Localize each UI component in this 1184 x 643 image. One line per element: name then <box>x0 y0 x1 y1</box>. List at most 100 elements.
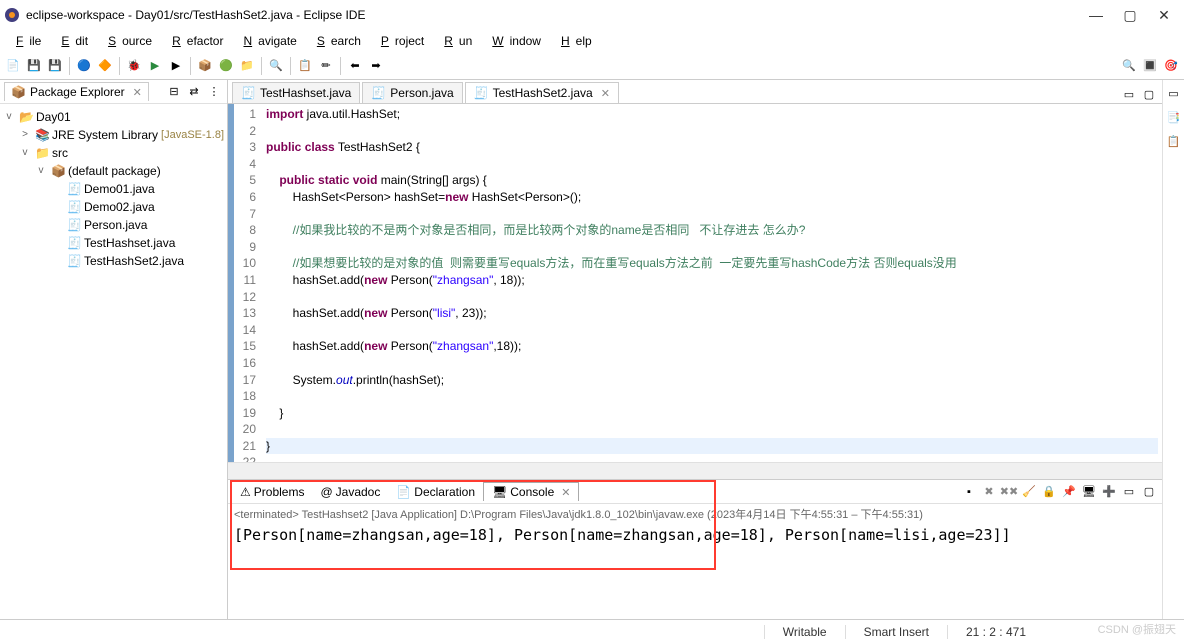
status-bar: Writable Smart Insert 21 : 2 : 471 <box>0 619 1184 643</box>
tab-icon: @ <box>320 485 332 499</box>
menu-bar: FileEditSourceRefactorNavigateSearchProj… <box>0 30 1184 52</box>
status-insert: Smart Insert <box>845 625 947 639</box>
bottom-tabs: ⚠Problems@Javadoc📄Declaration🖥Console ✕ … <box>228 480 1162 504</box>
open-console-icon[interactable]: ➕ <box>1100 483 1118 501</box>
terminate-all-icon[interactable]: ▪ <box>960 483 978 501</box>
editor-tab[interactable]: 🧾TestHashset.java <box>232 82 360 103</box>
quick-access-icon[interactable]: 🔍 <box>1120 57 1138 75</box>
bottom-tab-declaration[interactable]: 📄Declaration <box>388 483 483 501</box>
bottom-panel: ⚠Problems@Javadoc📄Declaration🖥Console ✕ … <box>228 479 1162 619</box>
view-menu-icon[interactable]: ⋮ <box>205 83 223 101</box>
tree-item[interactable]: 🧾Person.java <box>2 216 225 234</box>
horizontal-scrollbar[interactable] <box>228 462 1162 479</box>
menu-project[interactable]: Project <box>369 32 430 50</box>
close-icon[interactable]: ✕ <box>561 486 570 499</box>
scroll-lock-icon[interactable]: 🔒 <box>1040 483 1058 501</box>
task-list-icon[interactable]: 📋 <box>1165 132 1183 150</box>
window-title: eclipse-workspace - Day01/src/TestHashSe… <box>26 8 1088 22</box>
open-perspective-icon[interactable]: 🔳 <box>1141 57 1159 75</box>
package-explorer-tab[interactable]: 📦 Package Explorer ✕ <box>4 82 149 101</box>
menu-run[interactable]: Run <box>432 32 478 50</box>
menu-refactor[interactable]: Refactor <box>160 32 229 50</box>
code-editor[interactable]: 12345678910111213141516171819202122 impo… <box>228 104 1162 462</box>
status-cursor: 21 : 2 : 471 <box>947 625 1044 639</box>
menu-navigate[interactable]: Navigate <box>231 32 302 50</box>
minimize-view-icon[interactable]: ▭ <box>1120 483 1138 501</box>
tree-item[interactable]: 🧾Demo01.java <box>2 180 225 198</box>
editor-area: 🧾TestHashset.java🧾Person.java🧾TestHashSe… <box>228 80 1162 619</box>
link-editor-icon[interactable]: ⇄ <box>185 83 203 101</box>
menu-edit[interactable]: Edit <box>49 32 94 50</box>
package-explorer-view: 📦 Package Explorer ✕ ⊟ ⇄ ⋮ v📂Day01>📚JRE … <box>0 80 228 619</box>
bottom-tab-console[interactable]: 🖥Console ✕ <box>483 482 579 501</box>
pin-console-icon[interactable]: 📌 <box>1060 483 1078 501</box>
watermark: CSDN @振翅天 <box>1098 621 1176 637</box>
menu-help[interactable]: Help <box>549 32 598 50</box>
new-class-icon[interactable]: 🟢 <box>217 57 235 75</box>
tree-item[interactable]: v📁src <box>2 144 225 162</box>
tree-item[interactable]: 🧾TestHashset.java <box>2 234 225 252</box>
code-content[interactable]: import java.util.HashSet; public class T… <box>262 104 1162 462</box>
right-trim: ▭ 📑 📋 <box>1162 80 1184 619</box>
maximize-view-icon[interactable]: ▢ <box>1140 483 1158 501</box>
tab-icon: 🖥 <box>492 485 507 499</box>
close-icon[interactable]: ✕ <box>601 87 610 100</box>
forward-icon[interactable]: ➡ <box>367 57 385 75</box>
toolbar-btn[interactable]: 🔶 <box>96 57 114 75</box>
display-console-icon[interactable]: 🖥 <box>1080 483 1098 501</box>
coverage-icon[interactable]: ▶ <box>167 57 185 75</box>
toolbar-btn[interactable]: ✏ <box>317 57 335 75</box>
collapse-all-icon[interactable]: ⊟ <box>165 83 183 101</box>
toolbar-btn[interactable]: 📁 <box>238 57 256 75</box>
title-bar: eclipse-workspace - Day01/src/TestHashSe… <box>0 0 1184 30</box>
package-explorer-icon: 📦 <box>11 85 26 99</box>
main-area: 📦 Package Explorer ✕ ⊟ ⇄ ⋮ v📂Day01>📚JRE … <box>0 80 1184 619</box>
remove-all-icon[interactable]: ✖✖ <box>1000 483 1018 501</box>
java-file-icon: 🧾 <box>371 86 386 100</box>
outline-icon[interactable]: 📑 <box>1165 108 1183 126</box>
bottom-tab-problems[interactable]: ⚠Problems <box>232 483 312 501</box>
back-icon[interactable]: ⬅ <box>346 57 364 75</box>
java-file-icon: 🧾 <box>241 86 256 100</box>
tree-item[interactable]: >📚JRE System Library [JavaSE-1.8] <box>2 126 225 144</box>
toolbar-btn[interactable]: 📋 <box>296 57 314 75</box>
console-output[interactable]: [Person[name=zhangsan,age=18], Person[na… <box>228 524 1162 619</box>
search-icon[interactable]: 🔍 <box>267 57 285 75</box>
tree-item[interactable]: 🧾Demo02.java <box>2 198 225 216</box>
menu-search[interactable]: Search <box>305 32 367 50</box>
run-icon[interactable]: ▶ <box>146 57 164 75</box>
tab-icon: ⚠ <box>240 485 251 499</box>
menu-source[interactable]: Source <box>96 32 158 50</box>
editor-tabs: 🧾TestHashset.java🧾Person.java🧾TestHashSe… <box>228 80 1162 104</box>
menu-window[interactable]: Window <box>480 32 547 50</box>
save-icon[interactable]: 💾 <box>25 57 43 75</box>
open-type-icon[interactable]: 🔵 <box>75 57 93 75</box>
maximize-view-icon[interactable]: ▢ <box>1140 85 1158 103</box>
close-icon[interactable]: ✕ <box>133 86 142 99</box>
menu-file[interactable]: File <box>4 32 47 50</box>
java-perspective-icon[interactable]: 🎯 <box>1162 57 1180 75</box>
editor-tab[interactable]: 🧾Person.java <box>362 82 462 103</box>
maximize-button[interactable]: ▢ <box>1122 7 1138 24</box>
java-file-icon: 🧾 <box>474 86 489 100</box>
debug-icon[interactable]: 🐞 <box>125 57 143 75</box>
new-package-icon[interactable]: 📦 <box>196 57 214 75</box>
console-subheader: <terminated> TestHashset2 [Java Applicat… <box>228 504 1162 524</box>
restore-view-icon[interactable]: ▭ <box>1165 84 1183 102</box>
package-explorer-tree[interactable]: v📂Day01>📚JRE System Library [JavaSE-1.8]… <box>0 104 227 274</box>
tree-item[interactable]: 🧾TestHashSet2.java <box>2 252 225 270</box>
main-toolbar: 📄 💾 💾 🔵 🔶 🐞 ▶ ▶ 📦 🟢 📁 🔍 📋 ✏ ⬅ ➡ 🔍 🔳 🎯 <box>0 52 1184 80</box>
new-icon[interactable]: 📄 <box>4 57 22 75</box>
minimize-button[interactable]: — <box>1088 7 1104 24</box>
app-icon <box>4 7 20 23</box>
clear-console-icon[interactable]: 🧹 <box>1020 483 1038 501</box>
tab-icon: 📄 <box>396 485 411 499</box>
save-all-icon[interactable]: 💾 <box>46 57 64 75</box>
tree-item[interactable]: v📦(default package) <box>2 162 225 180</box>
minimize-view-icon[interactable]: ▭ <box>1120 85 1138 103</box>
tree-item[interactable]: v📂Day01 <box>2 108 225 126</box>
bottom-tab-javadoc[interactable]: @Javadoc <box>312 483 388 501</box>
remove-launch-icon[interactable]: ✖ <box>980 483 998 501</box>
close-button[interactable]: ✕ <box>1156 7 1172 24</box>
editor-tab[interactable]: 🧾TestHashSet2.java✕ <box>465 82 619 103</box>
